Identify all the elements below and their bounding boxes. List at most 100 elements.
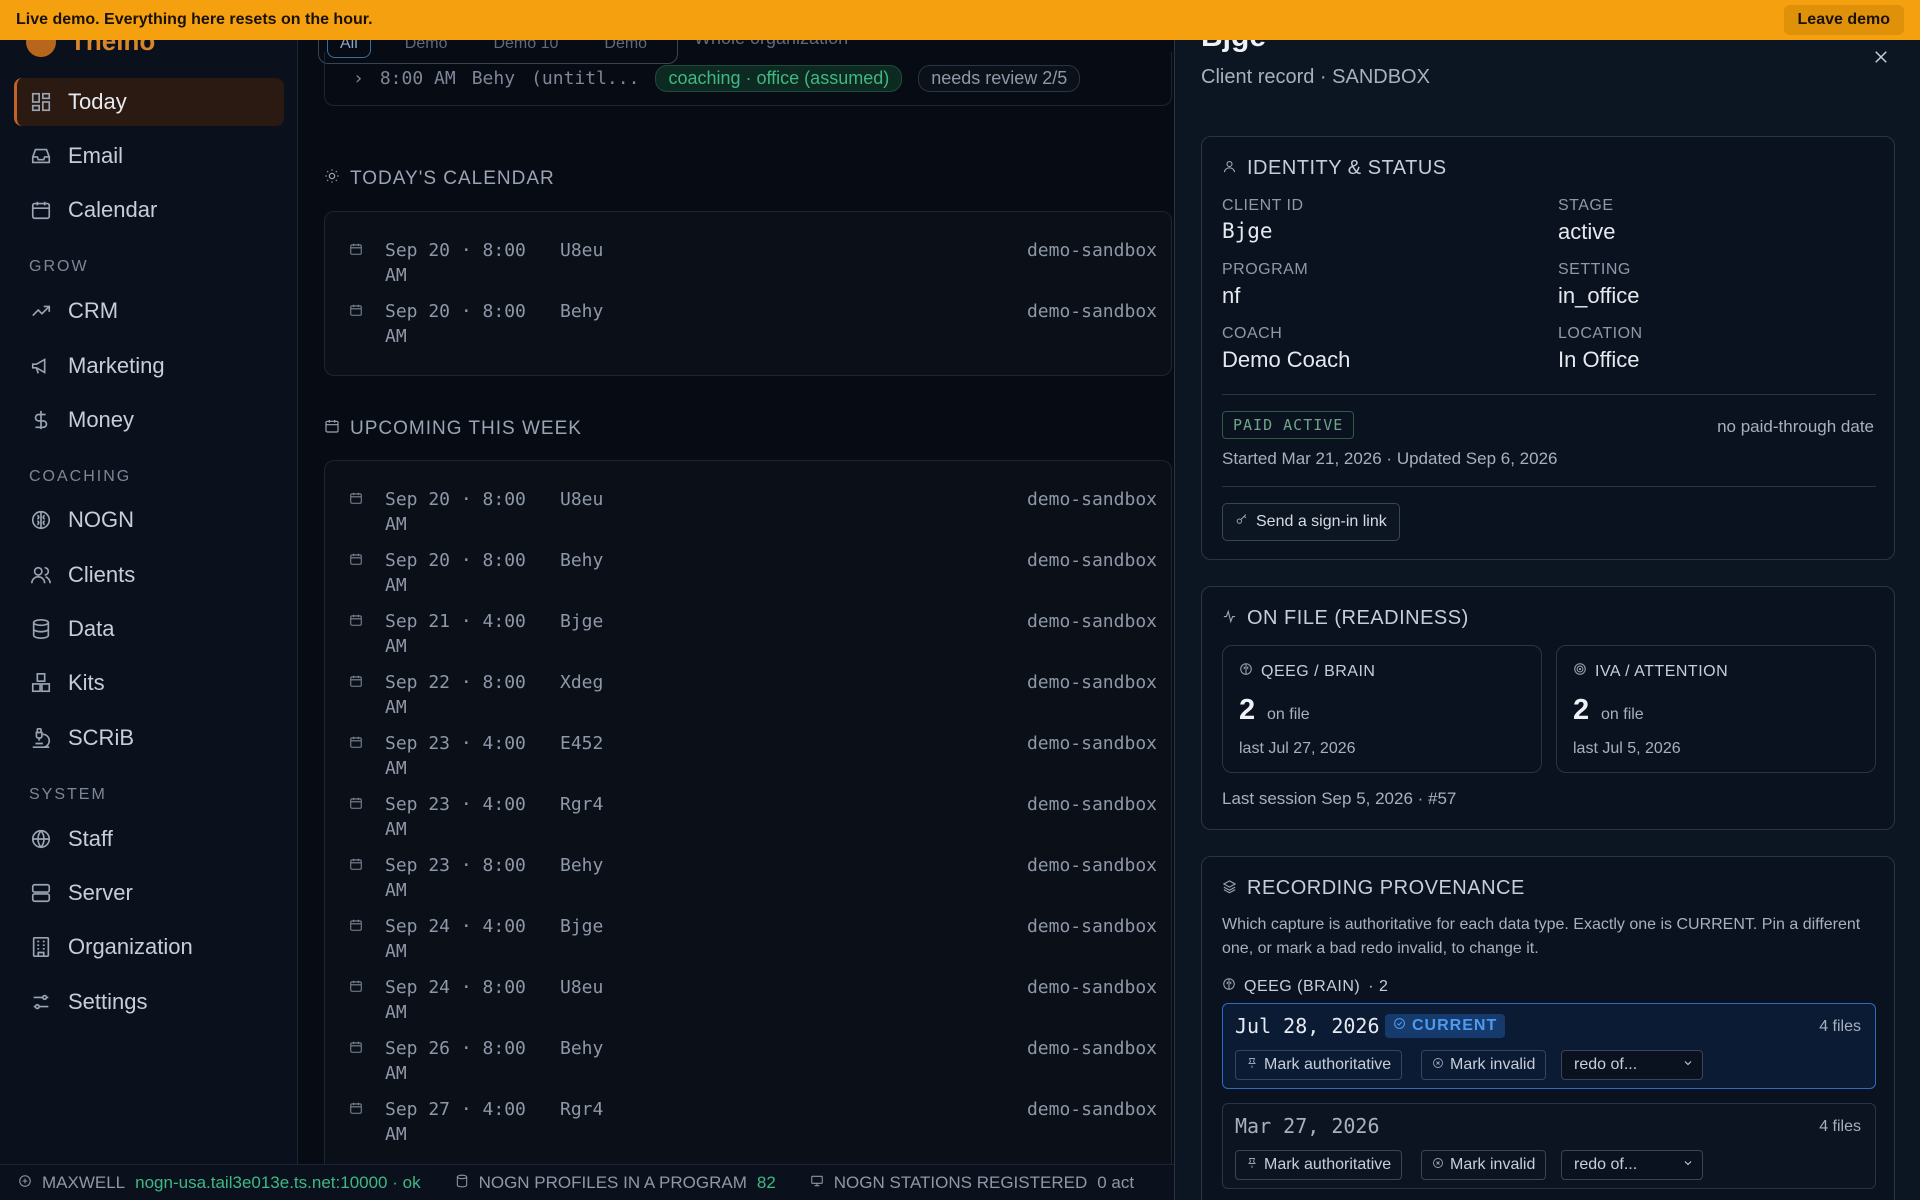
calendar-event-row[interactable]: Sep 20 · 8:00 AM Behy demo-sandbox	[349, 548, 1157, 598]
boxes-icon	[30, 672, 52, 694]
brain-icon	[1239, 662, 1253, 681]
iva-unit: on file	[1601, 706, 1644, 723]
event-datetime: Sep 23 · 4:00 AM	[385, 792, 555, 842]
calendar-event-row[interactable]: Sep 20 · 8:00 AM Behy demo-sandbox	[349, 299, 1157, 349]
location-label: LOCATION	[1558, 325, 1643, 342]
sidebar-item-settings[interactable]: Settings	[14, 978, 284, 1026]
session-time: 8:00 AM	[379, 68, 456, 89]
calendar-event-row[interactable]: Sep 24 · 8:00 AM U8eu demo-sandbox	[349, 975, 1157, 1025]
event-org: demo-sandbox	[1026, 672, 1157, 693]
calendar-event-row[interactable]: Sep 22 · 8:00 AM Xdeg demo-sandbox	[349, 670, 1157, 720]
recording-row-current[interactable]: Jul 28, 2026 CURRENT 4 files Mark author…	[1222, 1003, 1876, 1089]
sliders-icon	[30, 991, 52, 1013]
calendar-event-row[interactable]: Sep 24 · 4:00 AM Bjge demo-sandbox	[349, 914, 1157, 964]
recording-date: Mar 27, 2026	[1235, 1114, 1380, 1138]
button-label: Mark invalid	[1450, 1156, 1536, 1173]
sidebar-section-grow: GROW	[29, 258, 89, 275]
event-date: Sep 20 · 8:00	[385, 550, 526, 571]
calendar-event-row[interactable]: Sep 23 · 4:00 AM E452 demo-sandbox	[349, 731, 1157, 781]
brand[interactable]: Theino	[26, 40, 155, 57]
mark-authoritative-button[interactable]: Mark authoritative	[1235, 1050, 1403, 1080]
sidebar-item-label: CRM	[68, 298, 119, 323]
qeeg-heading: QEEG / BRAIN	[1239, 662, 1375, 681]
identity-heading: IDENTITY & STATUS	[1222, 157, 1447, 180]
sidebar-item-label: Clients	[68, 562, 136, 587]
sidebar-item-data[interactable]: Data	[14, 605, 284, 653]
send-signin-link-button[interactable]: Send a sign-in link	[1222, 503, 1400, 541]
recording-row[interactable]: Mar 27, 2026 4 files Mark authoritative …	[1222, 1103, 1876, 1189]
event-client: Behy	[560, 301, 604, 322]
iva-count: 2	[1573, 694, 1590, 726]
inbox-icon	[30, 145, 52, 167]
sidebar-item-marketing[interactable]: Marketing	[14, 342, 284, 390]
button-label: Mark invalid	[1450, 1056, 1536, 1073]
event-date: Sep 21 · 4:00	[385, 611, 526, 632]
qeeg-unit: on file	[1267, 706, 1310, 723]
calendar-event-row[interactable]: Sep 21 · 4:00 AM Bjge demo-sandbox	[349, 609, 1157, 659]
mark-invalid-button[interactable]: Mark invalid	[1421, 1050, 1547, 1080]
iva-summary[interactable]: IVA / ATTENTION 2 on file last Jul 5, 20…	[1556, 645, 1876, 773]
redo-of-select[interactable]: redo of...	[1561, 1050, 1703, 1080]
select-value: redo of...	[1574, 1156, 1638, 1173]
card-heading-text: RECORDING PROVENANCE	[1247, 877, 1525, 899]
sidebar-item-kits[interactable]: Kits	[14, 659, 284, 707]
event-org: demo-sandbox	[1026, 611, 1157, 632]
sidebar-item-organization[interactable]: Organization	[14, 923, 284, 971]
calendar-icon	[349, 240, 363, 255]
event-date: Sep 24 · 4:00	[385, 916, 526, 937]
leave-demo-button[interactable]: Leave demo	[1783, 5, 1904, 35]
divider	[1222, 394, 1876, 395]
paid-through-text: no paid-through date	[1717, 417, 1874, 436]
file-count: 4 files	[1819, 1118, 1861, 1135]
sidebar-item-label: Staff	[68, 826, 113, 851]
card-heading-text: ON FILE (READINESS)	[1247, 607, 1469, 629]
brand-logo-icon	[26, 40, 56, 57]
calendar-event-row[interactable]: Sep 20 · 8:00 AM U8eu demo-sandbox	[349, 487, 1157, 537]
button-label: Mark authoritative	[1264, 1056, 1392, 1073]
sidebar-item-nogn[interactable]: NOGN	[14, 496, 284, 544]
sidebar-item-money[interactable]: Money	[14, 396, 284, 444]
mark-authoritative-button[interactable]: Mark authoritative	[1235, 1150, 1403, 1180]
mark-invalid-button[interactable]: Mark invalid	[1421, 1150, 1547, 1180]
calendar-event-row[interactable]: Sep 23 · 8:00 AM Behy demo-sandbox	[349, 853, 1157, 903]
sidebar-item-calendar[interactable]: Calendar	[14, 186, 284, 234]
divider	[1222, 486, 1876, 487]
session-row[interactable]: › 8:00 AM Behy (untitl... coaching · off…	[324, 52, 1172, 106]
calendar-event-row[interactable]: Sep 27 · 4:00 AM Rgr4 demo-sandbox	[349, 1097, 1157, 1147]
calendar-event-row[interactable]: Sep 26 · 8:00 AM Behy demo-sandbox	[349, 1036, 1157, 1086]
session-title: (untitl...	[531, 68, 640, 89]
event-datetime: Sep 24 · 8:00 AM	[385, 975, 555, 1025]
sidebar-item-clients[interactable]: Clients	[14, 551, 284, 599]
event-datetime: Sep 22 · 8:00 AM	[385, 670, 555, 720]
sidebar-item-staff[interactable]: Staff	[14, 815, 284, 863]
event-client: Xdeg	[560, 672, 604, 693]
chevron-right-icon[interactable]: ›	[353, 68, 364, 89]
provenance-description: Which capture is authoritative for each …	[1222, 916, 1861, 957]
event-client: Behy	[560, 1038, 604, 1059]
x-circle-icon	[1432, 1056, 1444, 1074]
close-panel-button[interactable]	[1868, 44, 1894, 70]
sidebar-item-scrib[interactable]: SCRiB	[14, 714, 284, 762]
trending-up-icon	[30, 300, 52, 322]
sidebar-item-server[interactable]: Server	[14, 869, 284, 917]
sidebar-item-crm[interactable]: CRM	[14, 287, 284, 335]
calendar-event-row[interactable]: Sep 20 · 8:00 AM U8eu demo-sandbox	[349, 238, 1157, 288]
microscope-icon	[30, 727, 52, 749]
event-date: Sep 23 · 4:00	[385, 733, 526, 754]
event-datetime: Sep 27 · 4:00 AM	[385, 1097, 555, 1147]
sidebar-item-email[interactable]: Email	[14, 132, 284, 180]
event-ampm: AM	[385, 265, 407, 286]
event-ampm: AM	[385, 1002, 407, 1023]
event-ampm: AM	[385, 575, 407, 596]
sidebar-item-today[interactable]: Today	[14, 78, 284, 126]
group-label: QEEG (BRAIN)	[1244, 977, 1361, 995]
iva-last: last Jul 5, 2026	[1573, 740, 1681, 757]
iva-label: IVA / ATTENTION	[1595, 662, 1729, 680]
event-client: Bjge	[560, 611, 604, 632]
calendar-icon	[349, 489, 363, 504]
redo-of-select[interactable]: redo of...	[1561, 1150, 1703, 1180]
event-date: Sep 22 · 8:00	[385, 672, 526, 693]
calendar-event-row[interactable]: Sep 23 · 4:00 AM Rgr4 demo-sandbox	[349, 792, 1157, 842]
qeeg-summary[interactable]: QEEG / BRAIN 2 on file last Jul 27, 2026	[1222, 645, 1542, 773]
last-session-text: Last session Sep 5, 2026 · #57	[1222, 789, 1457, 808]
